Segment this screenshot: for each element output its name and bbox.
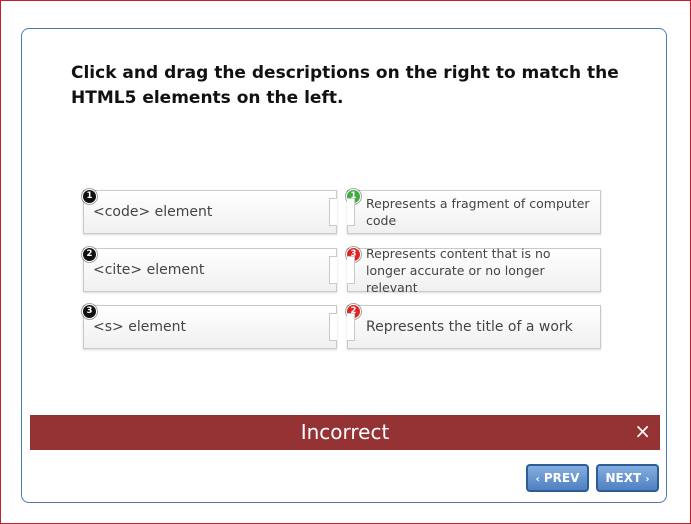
number-badge: 2 — [82, 247, 97, 262]
drag-tab — [347, 198, 355, 226]
next-label: NEXT — [605, 471, 642, 485]
description-drag-item-3[interactable]: 2 Represents the title of a work — [346, 304, 601, 349]
element-label: <cite> element — [93, 262, 205, 278]
drop-notch — [329, 313, 337, 341]
element-label: <code> element — [93, 204, 213, 220]
element-item-cite: 2 <cite> element — [82, 247, 337, 292]
feedback-banner: Incorrect × — [30, 415, 660, 450]
prev-button[interactable]: ‹ PREV — [526, 464, 589, 492]
drop-notch — [329, 198, 337, 226]
number-badge: 3 — [82, 304, 97, 319]
description-label: Represents a fragment of computer code — [366, 196, 590, 228]
chevron-right-icon: › — [645, 474, 650, 485]
question-text: Click and drag the descriptions on the r… — [71, 63, 619, 108]
next-button[interactable]: NEXT › — [596, 464, 659, 492]
number-badge: 1 — [82, 189, 97, 204]
description-drag-item-1[interactable]: 1 Represents a fragment of computer code — [346, 189, 601, 234]
element-item-code: 1 <code> element — [82, 189, 337, 234]
feedback-text: Incorrect — [300, 420, 390, 444]
close-icon[interactable]: × — [634, 415, 651, 448]
drag-tab — [347, 313, 355, 341]
element-label: <s> element — [93, 319, 186, 335]
drag-tab — [347, 256, 355, 284]
drop-notch — [329, 256, 337, 284]
chevron-left-icon: ‹ — [535, 474, 540, 485]
description-label: Represents content that is no longer acc… — [366, 245, 551, 295]
description-label: Represents the title of a work — [366, 318, 573, 335]
prev-label: PREV — [543, 471, 580, 485]
element-item-s: 3 <s> element — [82, 304, 337, 349]
description-drag-item-2[interactable]: 3 Represents content that is no longer a… — [346, 246, 601, 295]
